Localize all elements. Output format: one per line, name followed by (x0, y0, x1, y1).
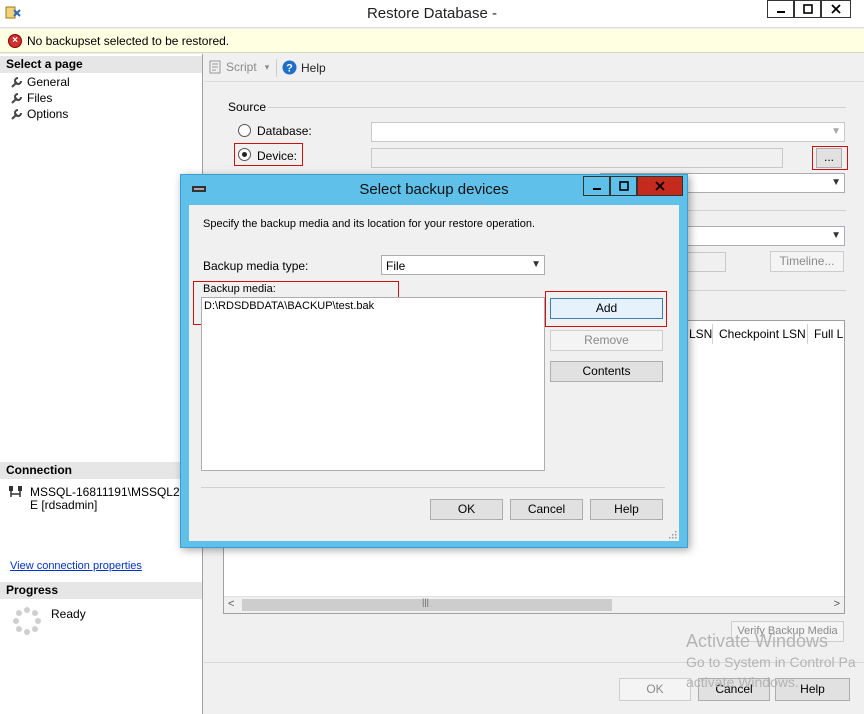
scroll-left-icon[interactable]: < (228, 598, 234, 610)
server-connection-icon (9, 486, 22, 497)
browse-device-button[interactable]: ... (816, 148, 842, 168)
page-options-label: Options (27, 107, 69, 121)
progress-status: Ready (51, 607, 86, 621)
dialog-ok-button[interactable]: OK (430, 499, 503, 520)
database-radio[interactable] (238, 124, 251, 137)
left-pane: Select a page General Files Options Conn… (0, 54, 203, 714)
page-files-label: Files (27, 91, 53, 105)
media-type-select[interactable]: File ▼ (381, 255, 545, 275)
wrench-icon (11, 92, 22, 104)
backup-media-list[interactable]: D:\RDSDBDATA\BACKUP\test.bak (201, 297, 545, 471)
error-icon: × (8, 34, 22, 48)
minimize-icon (776, 11, 785, 13)
dialog-divider (201, 487, 665, 488)
contents-button[interactable]: Contents (550, 361, 663, 382)
timeline-button[interactable]: Timeline... (770, 251, 844, 272)
device-radio[interactable] (238, 148, 251, 161)
progress-header: Progress (0, 582, 202, 599)
chevron-down-icon: ▾ (264, 61, 270, 72)
window-title: Restore Database - (366, 5, 498, 22)
media-type-label: Backup media type: (203, 259, 309, 273)
grid-column-header[interactable]: Checkpoint LSN (712, 324, 808, 344)
page-general[interactable]: General (10, 75, 70, 89)
destination-group-divider (686, 210, 846, 211)
maximize-button[interactable] (794, 0, 821, 18)
toolbar-divider (276, 59, 277, 77)
script-icon (209, 60, 221, 74)
grid-column-header[interactable]: Full LS (807, 324, 844, 344)
chevron-down-icon: ▼ (831, 126, 841, 137)
source-group-divider (268, 107, 846, 108)
minimize-icon (592, 188, 601, 190)
minimize-button[interactable] (767, 0, 794, 18)
dialog-cancel-button[interactable]: Cancel (510, 499, 583, 520)
backup-media-item[interactable]: D:\RDSDBDATA\BACKUP\test.bak (204, 300, 374, 312)
page-general-label: General (27, 75, 70, 89)
scroll-grip-icon: ||| (422, 597, 430, 607)
backup-media-label: Backup media: (203, 283, 276, 295)
progress-spinner-icon (13, 607, 41, 635)
title-bar: Restore Database - (0, 0, 864, 28)
script-label: Script (226, 60, 257, 74)
close-window-button[interactable] (821, 0, 851, 18)
toolbar: Script ▾ ? Help (204, 54, 864, 82)
dialog-description: Specify the backup media and its locatio… (203, 218, 536, 230)
maximize-icon (802, 4, 813, 14)
database-select[interactable]: ▼ (371, 122, 845, 142)
media-type-value: File (386, 259, 406, 273)
help-icon: ? (282, 60, 297, 75)
chevron-down-icon: ▼ (531, 259, 541, 270)
dialog-body: Specify the backup media and its locatio… (189, 205, 679, 541)
script-button[interactable]: Script ▾ (208, 60, 269, 74)
connection-server: MSSQL-16811191\MSSQL2016 (30, 485, 200, 499)
activate-windows-watermark: Activate Windows Go to System in Control… (686, 630, 856, 692)
dialog-close-button[interactable] (637, 176, 683, 196)
watermark-line-3: activate Windows. (686, 674, 799, 690)
help-toolbar-button[interactable]: ? Help (282, 60, 326, 75)
ok-button[interactable]: OK (619, 678, 691, 701)
connection-user: E [rdsadmin] (30, 498, 98, 512)
dialog-minimize-button[interactable] (583, 176, 610, 196)
chevron-down-icon: ▼ (831, 230, 841, 241)
database-radio-label: Database: (257, 124, 312, 138)
remove-media-button[interactable]: Remove (550, 330, 663, 351)
watermark-line-2: Go to System in Control Pa (686, 654, 856, 670)
select-backup-devices-dialog: Select backup devices Specify the backup… (180, 174, 688, 548)
error-message: No backupset selected to be restored. (27, 34, 230, 48)
select-page-header: Select a page (0, 56, 202, 73)
source-group-label: Source (228, 100, 267, 114)
connection-header: Connection (0, 462, 202, 479)
grid-horizontal-scrollbar[interactable]: < ||| > (224, 596, 844, 613)
scroll-right-icon[interactable]: > (834, 598, 840, 610)
device-path-field[interactable] (371, 148, 783, 168)
page-options[interactable]: Options (10, 107, 68, 121)
resize-grip-icon[interactable] (668, 530, 677, 539)
view-connection-properties-link[interactable]: View connection properties (10, 560, 142, 572)
dialog-help-button[interactable]: Help (590, 499, 663, 520)
page-files[interactable]: Files (10, 91, 52, 105)
close-icon (831, 4, 841, 14)
maximize-icon (618, 181, 629, 191)
dialog-maximize-button[interactable] (610, 176, 637, 196)
backup-sets-group-divider (686, 290, 846, 291)
wrench-icon (11, 76, 22, 88)
device-radio-label: Device: (257, 149, 298, 163)
chevron-down-icon: ▼ (831, 177, 841, 188)
scrollbar-thumb[interactable]: ||| (242, 597, 612, 611)
wrench-icon (11, 108, 22, 120)
watermark-line-1: Activate Windows (686, 631, 829, 651)
add-media-button[interactable]: Add (550, 298, 663, 319)
error-bar: × No backupset selected to be restored. (0, 29, 864, 53)
svg-text:?: ? (286, 63, 293, 75)
help-toolbar-label: Help (301, 60, 326, 75)
close-icon (655, 181, 665, 191)
